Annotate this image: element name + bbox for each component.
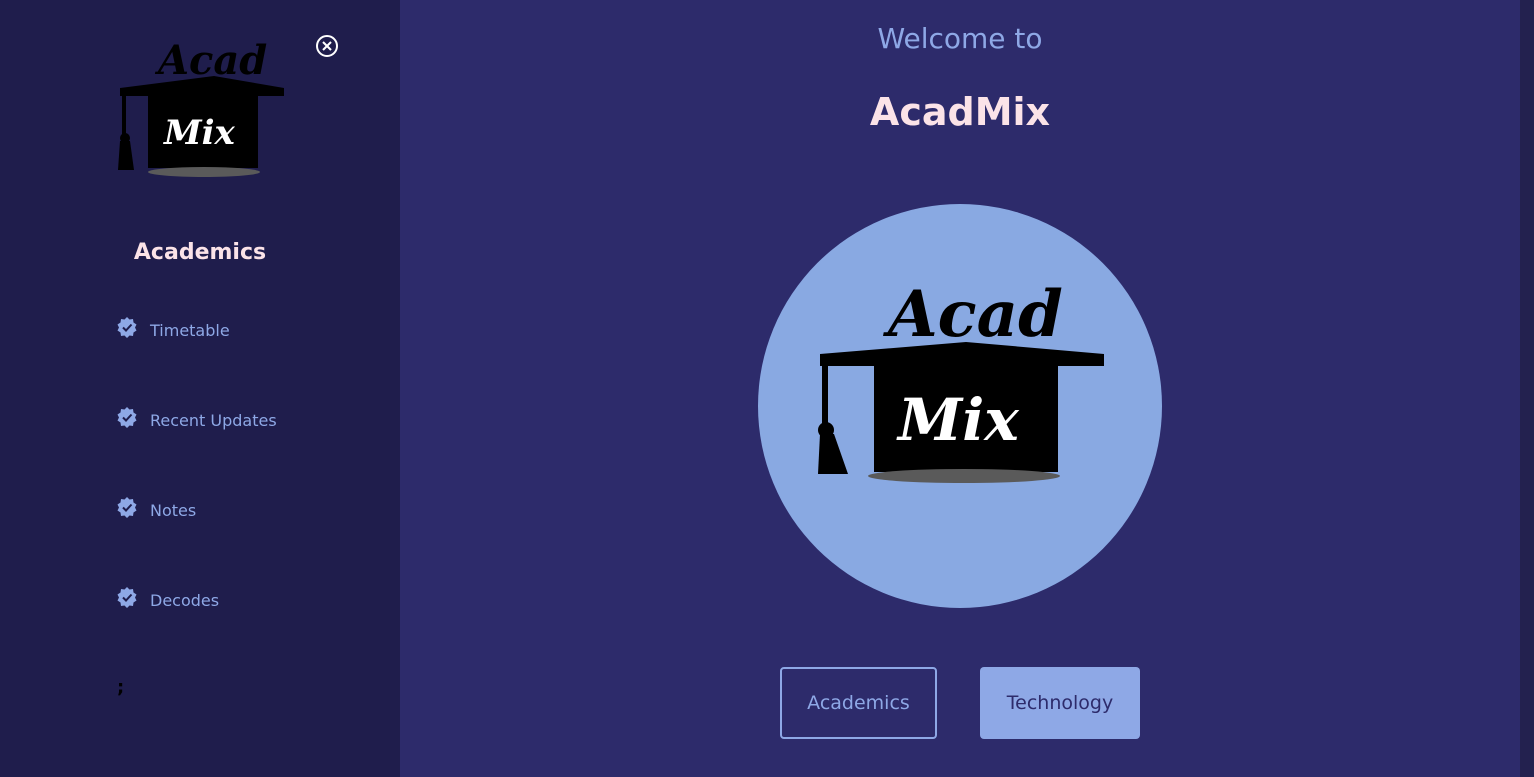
sidebar-item-label: Recent Updates	[150, 410, 277, 430]
sidebar-item-label: Timetable	[150, 320, 230, 340]
acadmix-logo-icon: Acad Mix	[818, 277, 1104, 483]
sidebar-item-decodes[interactable]: Decodes	[116, 587, 219, 613]
sidebar-item-timetable[interactable]: Timetable	[116, 317, 230, 343]
sidebar-item-notes[interactable]: Notes	[116, 497, 196, 523]
stray-semicolon: ;	[117, 677, 125, 698]
main-content: Welcome to AcadMix Acad Mix Academics Te…	[400, 0, 1520, 777]
sidebar-item-label: Notes	[150, 500, 197, 520]
svg-text:Acad: Acad	[883, 277, 1063, 352]
verified-badge-icon	[117, 497, 137, 518]
sidebar-item-recent-updates[interactable]: Recent Updates	[116, 407, 277, 433]
hero-logo-circle: Acad Mix	[758, 204, 1162, 608]
close-icon[interactable]	[314, 33, 340, 59]
verified-badge-icon	[117, 587, 137, 608]
page-title: AcadMix	[869, 90, 1051, 134]
welcome-text: Welcome to	[877, 22, 1043, 55]
sidebar-item-label: Decodes	[150, 590, 220, 610]
app-root: Acad Mix Academics Timetable Recent Upda…	[0, 0, 1534, 777]
sidebar: Acad Mix Academics Timetable Recent Upda…	[0, 0, 400, 777]
svg-text:Mix: Mix	[163, 113, 236, 153]
right-edge-strip	[1520, 0, 1534, 777]
acadmix-logo-icon: Acad Mix	[118, 37, 284, 177]
technology-button[interactable]: Technology	[980, 667, 1140, 739]
svg-text:Mix: Mix	[896, 386, 1020, 454]
verified-badge-icon	[117, 407, 137, 428]
verified-badge-icon	[117, 317, 137, 338]
academics-button[interactable]: Academics	[780, 667, 937, 739]
sidebar-heading: Academics	[133, 240, 267, 265]
